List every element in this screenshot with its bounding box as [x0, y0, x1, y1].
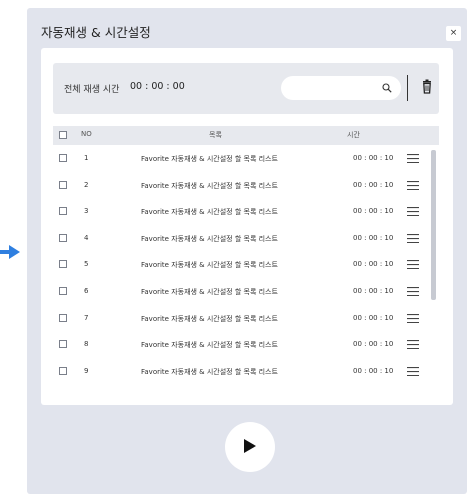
play-icon — [244, 439, 256, 453]
row-checkbox[interactable] — [59, 340, 67, 349]
close-button[interactable]: × — [446, 26, 461, 41]
table-row: 8 Favorite 자동재생 & 시간설정 할 목록 리스트 00 : 00 … — [53, 331, 439, 358]
row-title: Favorite 자동재생 & 시간설정 할 목록 리스트 — [141, 288, 278, 296]
row-checkbox[interactable] — [59, 260, 67, 269]
menu-icon[interactable] — [407, 340, 419, 350]
toolbar-divider — [407, 75, 408, 101]
row-no: 4 — [84, 233, 89, 242]
menu-icon[interactable] — [407, 260, 419, 270]
row-no: 7 — [84, 313, 89, 322]
playlist-panel: 전체 재생 시간 00 : 00 : 00 NO 목록 시간 1 Favorit… — [41, 48, 453, 405]
header-time: 시간 — [347, 131, 360, 139]
row-checkbox[interactable] — [59, 207, 67, 216]
row-time: 00 : 00 : 10 — [353, 287, 394, 295]
table-header: NO 목록 시간 — [53, 126, 439, 145]
row-checkbox[interactable] — [59, 366, 67, 375]
menu-icon[interactable] — [407, 287, 419, 296]
row-no: 3 — [84, 207, 89, 216]
row-time: 00 : 00 : 10 — [353, 207, 394, 216]
table-row: 4 Favorite 자동재생 & 시간설정 할 목록 리스트 00 : 00 … — [53, 225, 439, 252]
autoplay-modal: 자동재생 & 시간설정 × 전체 재생 시간 00 : 00 : 00 NO 목… — [27, 8, 467, 494]
table-row: 5 Favorite 자동재생 & 시간설정 할 목록 리스트 00 : 00 … — [53, 251, 439, 278]
table-row: 9 Favorite 자동재생 & 시간설정 할 목록 리스트 00 : 00 … — [53, 358, 439, 385]
row-checkbox[interactable] — [59, 154, 67, 162]
menu-icon[interactable] — [407, 154, 419, 163]
modal-title: 자동재생 & 시간설정 — [41, 25, 151, 40]
toolbar: 전체 재생 시간 00 : 00 : 00 — [53, 63, 439, 114]
row-time: 00 : 00 : 10 — [353, 180, 394, 189]
menu-icon[interactable] — [407, 207, 419, 217]
menu-icon[interactable] — [407, 313, 419, 323]
play-button[interactable] — [225, 422, 275, 472]
search-box — [281, 76, 401, 100]
row-title: Favorite 자동재생 & 시간설정 할 목록 리스트 — [141, 234, 278, 243]
row-time: 00 : 00 : 10 — [353, 366, 394, 375]
table-body: 1 Favorite 자동재생 & 시간설정 할 목록 리스트 00 : 00 … — [53, 145, 439, 385]
arrow-right-icon — [0, 245, 20, 259]
scrollbar[interactable] — [431, 150, 436, 300]
table-row: 2 Favorite 자동재생 & 시간설정 할 목록 리스트 00 : 00 … — [53, 172, 439, 199]
row-no: 5 — [84, 260, 89, 269]
menu-icon[interactable] — [407, 180, 419, 190]
row-title: Favorite 자동재생 & 시간설정 할 목록 리스트 — [141, 367, 278, 376]
table-row: 6 Favorite 자동재생 & 시간설정 할 목록 리스트 00 : 00 … — [53, 278, 439, 305]
search-icon[interactable] — [382, 83, 392, 93]
row-time: 00 : 00 : 10 — [353, 233, 394, 242]
row-checkbox[interactable] — [59, 287, 67, 295]
row-no: 2 — [84, 180, 89, 189]
row-checkbox[interactable] — [59, 313, 67, 322]
trash-icon[interactable] — [416, 76, 438, 100]
table-row: 7 Favorite 자동재생 & 시간설정 할 목록 리스트 00 : 00 … — [53, 305, 439, 332]
row-title: Favorite 자동재생 & 시간설정 할 목록 리스트 — [141, 155, 278, 163]
row-time: 00 : 00 : 10 — [353, 313, 394, 322]
row-no: 8 — [84, 340, 89, 349]
search-input[interactable] — [291, 80, 373, 96]
table-row: 3 Favorite 자동재생 & 시간설정 할 목록 리스트 00 : 00 … — [53, 198, 439, 225]
row-no: 6 — [84, 287, 89, 295]
row-no: 1 — [84, 154, 89, 162]
row-title: Favorite 자동재생 & 시간설정 할 목록 리스트 — [141, 261, 278, 270]
total-time-label: 전체 재생 시간 — [64, 85, 120, 95]
row-time: 00 : 00 : 10 — [353, 340, 394, 349]
row-title: Favorite 자동재생 & 시간설정 할 목록 리스트 — [141, 181, 278, 190]
header-no: NO — [81, 130, 92, 138]
row-time: 00 : 00 : 10 — [353, 154, 394, 162]
menu-icon[interactable] — [407, 366, 419, 376]
row-title: Favorite 자동재생 & 시간설정 할 목록 리스트 — [141, 314, 278, 323]
total-time-value: 00 : 00 : 00 — [130, 81, 185, 92]
row-checkbox[interactable] — [59, 233, 67, 242]
menu-icon[interactable] — [407, 233, 419, 243]
row-no: 9 — [84, 366, 89, 375]
select-all-checkbox[interactable] — [59, 131, 67, 139]
header-item: 목록 — [209, 131, 222, 139]
row-checkbox[interactable] — [59, 180, 67, 189]
row-title: Favorite 자동재생 & 시간설정 할 목록 리스트 — [141, 208, 278, 217]
table-row: 1 Favorite 자동재생 & 시간설정 할 목록 리스트 00 : 00 … — [53, 145, 439, 172]
row-title: Favorite 자동재생 & 시간설정 할 목록 리스트 — [141, 341, 278, 350]
row-time: 00 : 00 : 10 — [353, 260, 394, 269]
